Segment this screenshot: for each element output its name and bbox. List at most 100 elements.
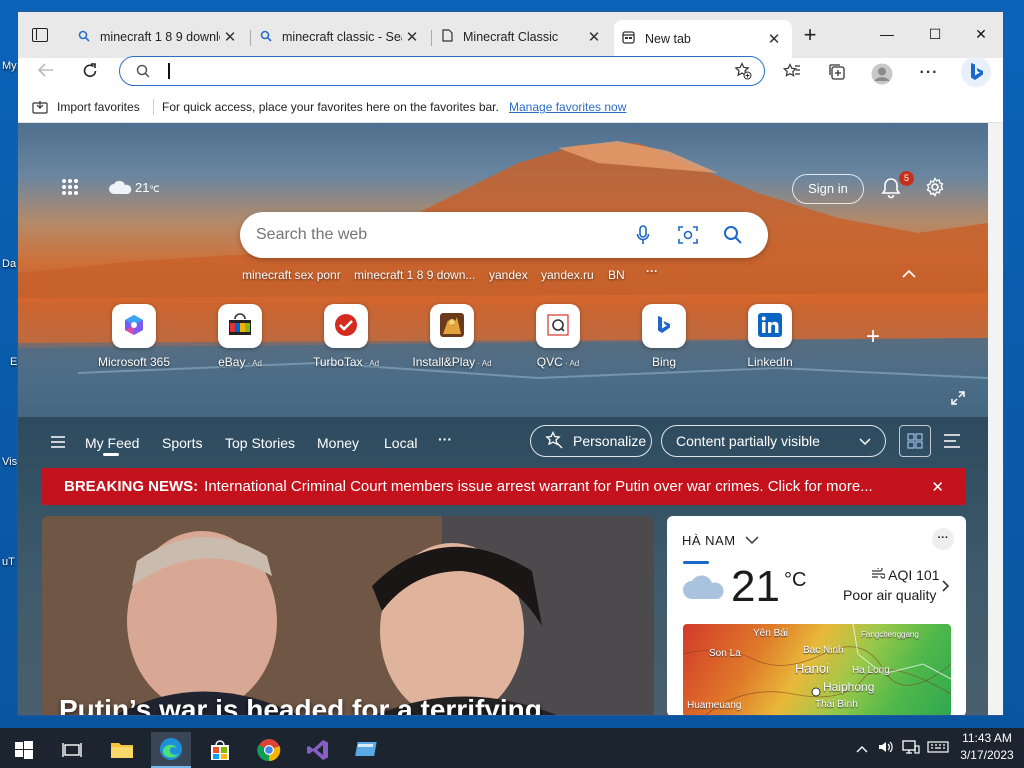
tab-sports[interactable]: Sports xyxy=(162,435,202,451)
tab-close-button[interactable]: ✕ xyxy=(764,30,784,48)
tile-ebay[interactable] xyxy=(218,304,262,348)
app-window-icon[interactable] xyxy=(347,732,387,768)
tile-microsoft365[interactable] xyxy=(112,304,156,348)
weather-temp-unit: °C xyxy=(784,569,807,591)
tab-close-button[interactable]: ✕ xyxy=(220,28,240,46)
map-label: Bac Ninh xyxy=(803,645,844,656)
expand-icon[interactable] xyxy=(951,391,965,408)
hero-headline[interactable]: Putin’s war is headed for a terrifying xyxy=(59,694,542,715)
import-favorites-icon xyxy=(32,100,48,117)
store-icon[interactable] xyxy=(200,732,240,768)
microphone-icon[interactable] xyxy=(636,225,650,248)
tab-minecraft-classic[interactable]: Minecraft Classic ✕ xyxy=(434,22,612,52)
more-options-icon[interactable]: ··· xyxy=(917,63,941,83)
search-submit-icon[interactable] xyxy=(723,225,743,248)
desktop-icon-label[interactable]: My xyxy=(2,60,17,72)
collections-icon[interactable] xyxy=(825,63,849,83)
taskbar-clock[interactable]: 11:43 AM 3/17/2023 xyxy=(958,731,1016,762)
add-favorite-icon[interactable] xyxy=(734,62,752,83)
chrome-icon[interactable] xyxy=(249,732,289,768)
more-options-icon[interactable]: ··· xyxy=(932,528,954,550)
content-visibility-dropdown[interactable]: Content partially visible xyxy=(661,425,886,457)
breaking-news-banner[interactable]: BREAKING NEWS: International Criminal Co… xyxy=(42,468,966,505)
weather-temperature[interactable]: 21℃ xyxy=(135,180,160,195)
quick-link[interactable]: yandex xyxy=(489,268,528,282)
collapse-chevron-icon[interactable] xyxy=(902,266,916,281)
add-shortcut-button[interactable]: + xyxy=(866,323,880,351)
bing-chat-icon[interactable] xyxy=(961,57,991,87)
aqi-value: AQI 101 xyxy=(871,566,940,583)
keyboard-icon[interactable] xyxy=(927,741,949,756)
list-layout-icon[interactable] xyxy=(944,434,960,451)
map-label: Son La xyxy=(709,648,741,659)
volume-icon[interactable] xyxy=(878,740,894,757)
personalize-button[interactable]: Personalize xyxy=(530,425,652,457)
tab-my-feed[interactable]: My Feed xyxy=(85,435,139,451)
web-search-input[interactable] xyxy=(256,224,616,246)
favorites-icon[interactable] xyxy=(780,63,804,83)
desktop-icon-label[interactable]: Da xyxy=(2,258,16,270)
tile-qvc[interactable] xyxy=(536,304,580,348)
menu-hamburger-icon[interactable] xyxy=(51,436,65,451)
chevron-right-icon[interactable] xyxy=(942,580,950,595)
settings-gear-icon[interactable] xyxy=(925,177,945,200)
weather-map[interactable]: Yên Bái Fangchenggang Son La Bac Ninh Ha… xyxy=(683,624,951,715)
close-window-button[interactable]: ✕ xyxy=(958,22,1003,46)
profile-avatar[interactable] xyxy=(870,63,894,85)
quick-link[interactable]: minecraft sex ponr xyxy=(242,268,341,282)
edge-taskbar-icon[interactable] xyxy=(151,732,191,768)
tab-local[interactable]: Local xyxy=(384,435,417,451)
weather-location[interactable]: HÀ NAM xyxy=(682,533,760,548)
visual-search-icon[interactable] xyxy=(678,225,698,248)
tile-linkedin[interactable] xyxy=(748,304,792,348)
notifications-bell-icon[interactable] xyxy=(881,177,901,202)
tile-installplay[interactable] xyxy=(430,304,474,348)
visual-studio-icon[interactable] xyxy=(298,732,338,768)
tile-bing[interactable] xyxy=(642,304,686,348)
close-icon[interactable]: ✕ xyxy=(931,478,944,496)
task-view-icon[interactable] xyxy=(52,732,92,768)
quick-link[interactable]: yandex.ru xyxy=(541,268,594,282)
sign-in-button[interactable]: Sign in xyxy=(792,174,864,204)
grid-layout-icon[interactable] xyxy=(899,425,931,457)
tab-close-button[interactable]: ✕ xyxy=(584,28,604,46)
personalize-label: Personalize xyxy=(573,433,647,449)
tab-minecraft-classic-search[interactable]: minecraft classic - Search ✕ xyxy=(252,22,430,52)
tile-turbotax[interactable] xyxy=(324,304,368,348)
address-bar[interactable] xyxy=(119,56,765,86)
refresh-button[interactable] xyxy=(78,63,102,83)
qvc-icon xyxy=(547,313,569,339)
tab-money[interactable]: Money xyxy=(317,435,359,451)
map-label: Fangchenggang xyxy=(861,630,919,639)
address-input[interactable] xyxy=(164,61,724,81)
quick-link[interactable]: BN xyxy=(608,268,625,282)
start-button[interactable] xyxy=(4,732,44,768)
tab-minecraft-download[interactable]: minecraft 1 8 9 download ✕ xyxy=(70,22,248,52)
app-launcher-icon[interactable] xyxy=(61,178,79,199)
desktop-icon-label[interactable]: uT xyxy=(2,556,15,568)
tab-actions-icon[interactable] xyxy=(32,28,48,42)
new-tab-button[interactable]: + xyxy=(798,24,822,46)
tile-label: Install&Play · Ad xyxy=(412,355,492,369)
more-quick-links-button[interactable]: ··· xyxy=(646,264,658,278)
more-feed-tabs-button[interactable]: ··· xyxy=(438,431,452,447)
weather-card[interactable]: HÀ NAM ··· 21 °C AQI 101 Poor air qualit… xyxy=(667,516,966,715)
maximize-button[interactable]: ☐ xyxy=(912,22,958,46)
network-icon[interactable] xyxy=(902,740,920,757)
tab-new-tab[interactable]: New tab ✕ xyxy=(614,20,792,58)
import-favorites-button[interactable]: Import favorites xyxy=(57,100,140,114)
show-hidden-icons-chevron-icon[interactable] xyxy=(856,741,868,756)
hero-news-card[interactable]: Putin’s war is headed for a terrifying xyxy=(42,516,654,715)
clock-time: 11:43 AM xyxy=(962,731,1012,745)
minimize-button[interactable]: — xyxy=(864,22,910,46)
tab-title: Minecraft Classic xyxy=(463,30,559,44)
quick-link[interactable]: minecraft 1 8 9 down... xyxy=(354,268,475,282)
web-search-box[interactable] xyxy=(240,212,768,258)
back-button[interactable] xyxy=(34,63,58,83)
tab-top-stories[interactable]: Top Stories xyxy=(225,435,295,451)
manage-favorites-link[interactable]: Manage favorites now xyxy=(509,100,626,114)
desktop-icon-label[interactable]: Vis xyxy=(2,456,17,468)
file-explorer-icon[interactable] xyxy=(102,732,142,768)
tab-close-button[interactable]: ✕ xyxy=(402,28,422,46)
map-label: Huameuang xyxy=(687,700,742,711)
